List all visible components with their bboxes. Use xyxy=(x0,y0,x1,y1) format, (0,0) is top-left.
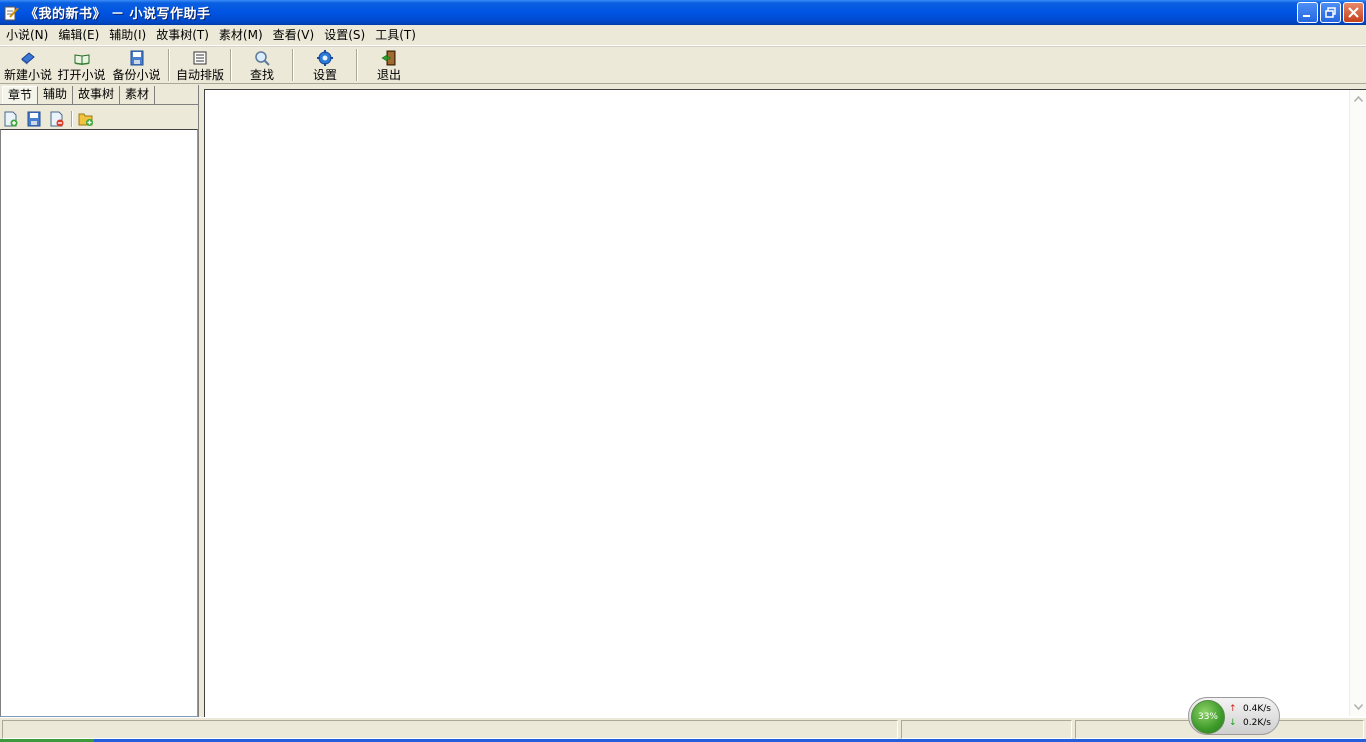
open-book-icon xyxy=(74,54,89,65)
main-toolbar: 新建小说 打开小说 备份小说 自动排版 查找 设置 退出 xyxy=(0,46,1366,84)
toolbar-separator xyxy=(292,49,294,81)
download-speed: 0.2K/s xyxy=(1243,718,1271,728)
text-editor[interactable] xyxy=(204,89,1366,717)
open-novel-button[interactable]: 打开小说 xyxy=(54,47,109,83)
menu-edit[interactable]: 编辑(E) xyxy=(54,26,103,45)
backup-novel-button[interactable]: 备份小说 xyxy=(109,47,164,83)
download-speed-row: ↓ 0.2K/s xyxy=(1229,718,1271,728)
add-chapter-button[interactable] xyxy=(2,110,20,128)
status-panel-2 xyxy=(901,720,1072,739)
menu-assist[interactable]: 辅助(I) xyxy=(105,26,150,45)
auto-layout-button[interactable]: 自动排版 xyxy=(174,47,226,83)
arrow-up-icon: ↑ xyxy=(1229,704,1237,714)
cpu-percent-ball: 33% xyxy=(1191,700,1225,734)
status-bar xyxy=(0,717,1366,742)
tab-material[interactable]: 素材 xyxy=(120,86,156,104)
settings-label: 设置 xyxy=(312,68,337,82)
new-novel-button[interactable]: 新建小说 xyxy=(2,47,54,83)
exit-label: 退出 xyxy=(376,68,401,82)
save-chapter-button[interactable] xyxy=(25,110,43,128)
new-novel-label: 新建小说 xyxy=(3,68,52,82)
toolbar-separator xyxy=(230,49,232,81)
chevron-down-icon xyxy=(1354,704,1363,710)
status-panel-main xyxy=(2,720,898,739)
book-icon xyxy=(21,52,35,65)
title-bar[interactable]: 《我的新书》 － 小说写作助手 xyxy=(0,0,1366,25)
document-icon xyxy=(193,51,207,65)
floppy-icon xyxy=(27,111,41,127)
chapter-toolbar xyxy=(2,109,100,129)
open-novel-label: 打开小说 xyxy=(57,68,106,82)
menu-bar: 小说(N) 编辑(E) 辅助(I) 故事树(T) 素材(M) 查看(V) 设置(… xyxy=(0,25,1366,46)
add-folder-icon xyxy=(78,113,93,126)
minimize-button[interactable] xyxy=(1297,2,1318,23)
toolbar-separator xyxy=(168,49,170,81)
menu-settings[interactable]: 设置(S) xyxy=(320,26,369,45)
auto-layout-label: 自动排版 xyxy=(175,68,224,82)
menu-material[interactable]: 素材(M) xyxy=(215,26,267,45)
restore-icon xyxy=(1325,7,1336,18)
arrow-down-icon: ↓ xyxy=(1229,718,1237,728)
window-title: 《我的新书》 － 小说写作助手 xyxy=(25,7,211,22)
backup-novel-label: 备份小说 xyxy=(112,68,161,82)
tab-story-tree[interactable]: 故事树 xyxy=(73,86,121,104)
tab-assist[interactable]: 辅助 xyxy=(38,86,74,104)
settings-button[interactable]: 设置 xyxy=(298,47,352,83)
exit-door-icon xyxy=(381,50,396,66)
network-monitor-widget[interactable]: 33% ↑ 0.4K/s ↓ 0.2K/s xyxy=(1188,697,1280,735)
gear-icon xyxy=(317,50,333,66)
toolbar-separator xyxy=(356,49,358,81)
upload-speed-row: ↑ 0.4K/s xyxy=(1229,704,1271,714)
chevron-up-icon xyxy=(1354,96,1363,102)
menu-story-tree[interactable]: 故事树(T) xyxy=(152,26,213,45)
minimize-icon xyxy=(1303,15,1310,17)
vertical-scrollbar[interactable] xyxy=(1349,90,1366,716)
tab-divider xyxy=(0,104,198,105)
find-label: 查找 xyxy=(249,68,274,82)
chapter-tree[interactable] xyxy=(0,129,198,717)
magnifier-icon xyxy=(255,51,270,66)
mini-toolbar-separator xyxy=(71,111,73,127)
scroll-down-button[interactable] xyxy=(1351,699,1366,715)
upload-speed: 0.4K/s xyxy=(1243,704,1271,714)
add-folder-button[interactable] xyxy=(77,110,95,128)
find-button[interactable]: 查找 xyxy=(236,47,288,83)
restore-button[interactable] xyxy=(1320,2,1341,23)
delete-chapter-button[interactable] xyxy=(48,110,66,128)
close-button[interactable] xyxy=(1343,2,1364,23)
menu-novel[interactable]: 小说(N) xyxy=(2,26,52,45)
exit-button[interactable]: 退出 xyxy=(362,47,416,83)
notepad-icon xyxy=(3,5,19,21)
left-panel: 章节 辅助 故事树 素材 xyxy=(0,85,200,717)
close-icon xyxy=(1348,7,1359,18)
menu-view[interactable]: 查看(V) xyxy=(269,26,319,45)
menu-tools[interactable]: 工具(T) xyxy=(371,26,420,45)
left-tabs: 章节 辅助 故事树 素材 xyxy=(2,86,156,104)
tab-chapters[interactable]: 章节 xyxy=(2,86,39,104)
add-document-icon xyxy=(4,111,18,127)
delete-document-icon xyxy=(50,111,64,127)
scroll-up-button[interactable] xyxy=(1351,91,1366,107)
floppy-icon xyxy=(130,50,143,66)
